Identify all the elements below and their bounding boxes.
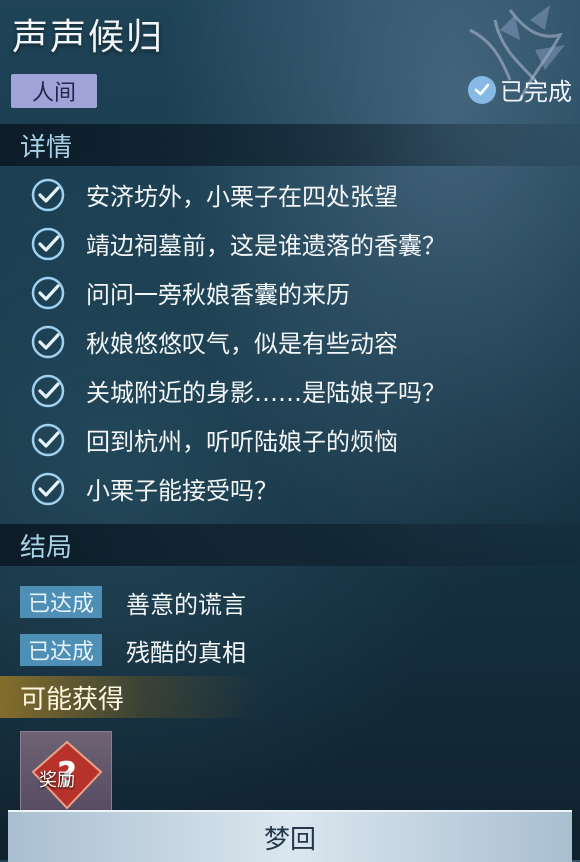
task-item: 问问一旁秋娘香囊的来历 <box>30 268 570 317</box>
dream-return-button[interactable]: 梦回 <box>8 810 572 862</box>
task-item: 靖边祠墓前，这是谁遗落的香囊？ <box>30 219 570 268</box>
task-text: 靖边祠墓前，这是谁遗落的香囊？ <box>86 232 446 260</box>
ending-label: 善意的谎言 <box>126 590 247 619</box>
check-icon <box>31 374 65 407</box>
task-item: 小栗子能接受吗？ <box>30 464 570 513</box>
endings-heading: 结局 <box>20 532 73 563</box>
achieved-badge: 已达成 <box>20 634 103 666</box>
task-text: 问问一旁秋娘香囊的来历 <box>86 281 350 309</box>
realm-tag: 人间 <box>11 74 97 108</box>
rewards-section-header: 可能获得 <box>0 676 580 718</box>
details-heading: 详情 <box>20 132 73 163</box>
check-icon <box>31 276 65 309</box>
endings-list: 已达成 善意的谎言 已达成 残酷的真相 <box>20 578 246 674</box>
check-icon <box>31 423 65 456</box>
task-text: 回到杭州，听听陆娘子的烦恼 <box>86 428 398 456</box>
task-item: 安济坊外，小栗子在四处张望 <box>30 170 570 219</box>
task-text: 关城附近的身影……是陆娘子吗？ <box>86 379 446 407</box>
check-icon <box>31 178 65 211</box>
ending-item: 已达成 残酷的真相 <box>20 626 246 674</box>
ending-label: 残酷的真相 <box>126 638 247 667</box>
check-circle-icon <box>468 75 496 104</box>
task-list: 安济坊外，小栗子在四处张望 靖边祠墓前，这是谁遗落的香囊？ 问问一旁秋娘香囊的来… <box>30 170 570 513</box>
task-text: 秋娘悠悠叹气，似是有些动容 <box>86 330 398 358</box>
check-icon <box>31 472 65 505</box>
reward-item[interactable]: ? 奖励 <box>20 731 112 811</box>
status-label: 已完成 <box>500 78 572 106</box>
task-item: 秋娘悠悠叹气，似是有些动容 <box>30 317 570 366</box>
task-text: 安济坊外，小栗子在四处张望 <box>86 183 398 211</box>
achieved-badge: 已达成 <box>20 586 103 618</box>
task-item: 回到杭州，听听陆娘子的烦恼 <box>30 415 570 464</box>
check-icon <box>31 325 65 358</box>
quest-title: 声声候归 <box>12 17 165 58</box>
details-section-header: 详情 <box>0 124 580 166</box>
ending-item: 已达成 善意的谎言 <box>20 578 246 626</box>
task-text: 小栗子能接受吗？ <box>86 477 278 505</box>
reward-label: 奖励 <box>39 770 75 791</box>
endings-section-header: 结局 <box>0 524 580 566</box>
check-icon <box>31 227 65 260</box>
task-item: 关城附近的身影……是陆娘子吗？ <box>30 366 570 415</box>
rewards-heading: 可能获得 <box>20 684 125 715</box>
completion-status: 已完成 <box>468 72 572 107</box>
